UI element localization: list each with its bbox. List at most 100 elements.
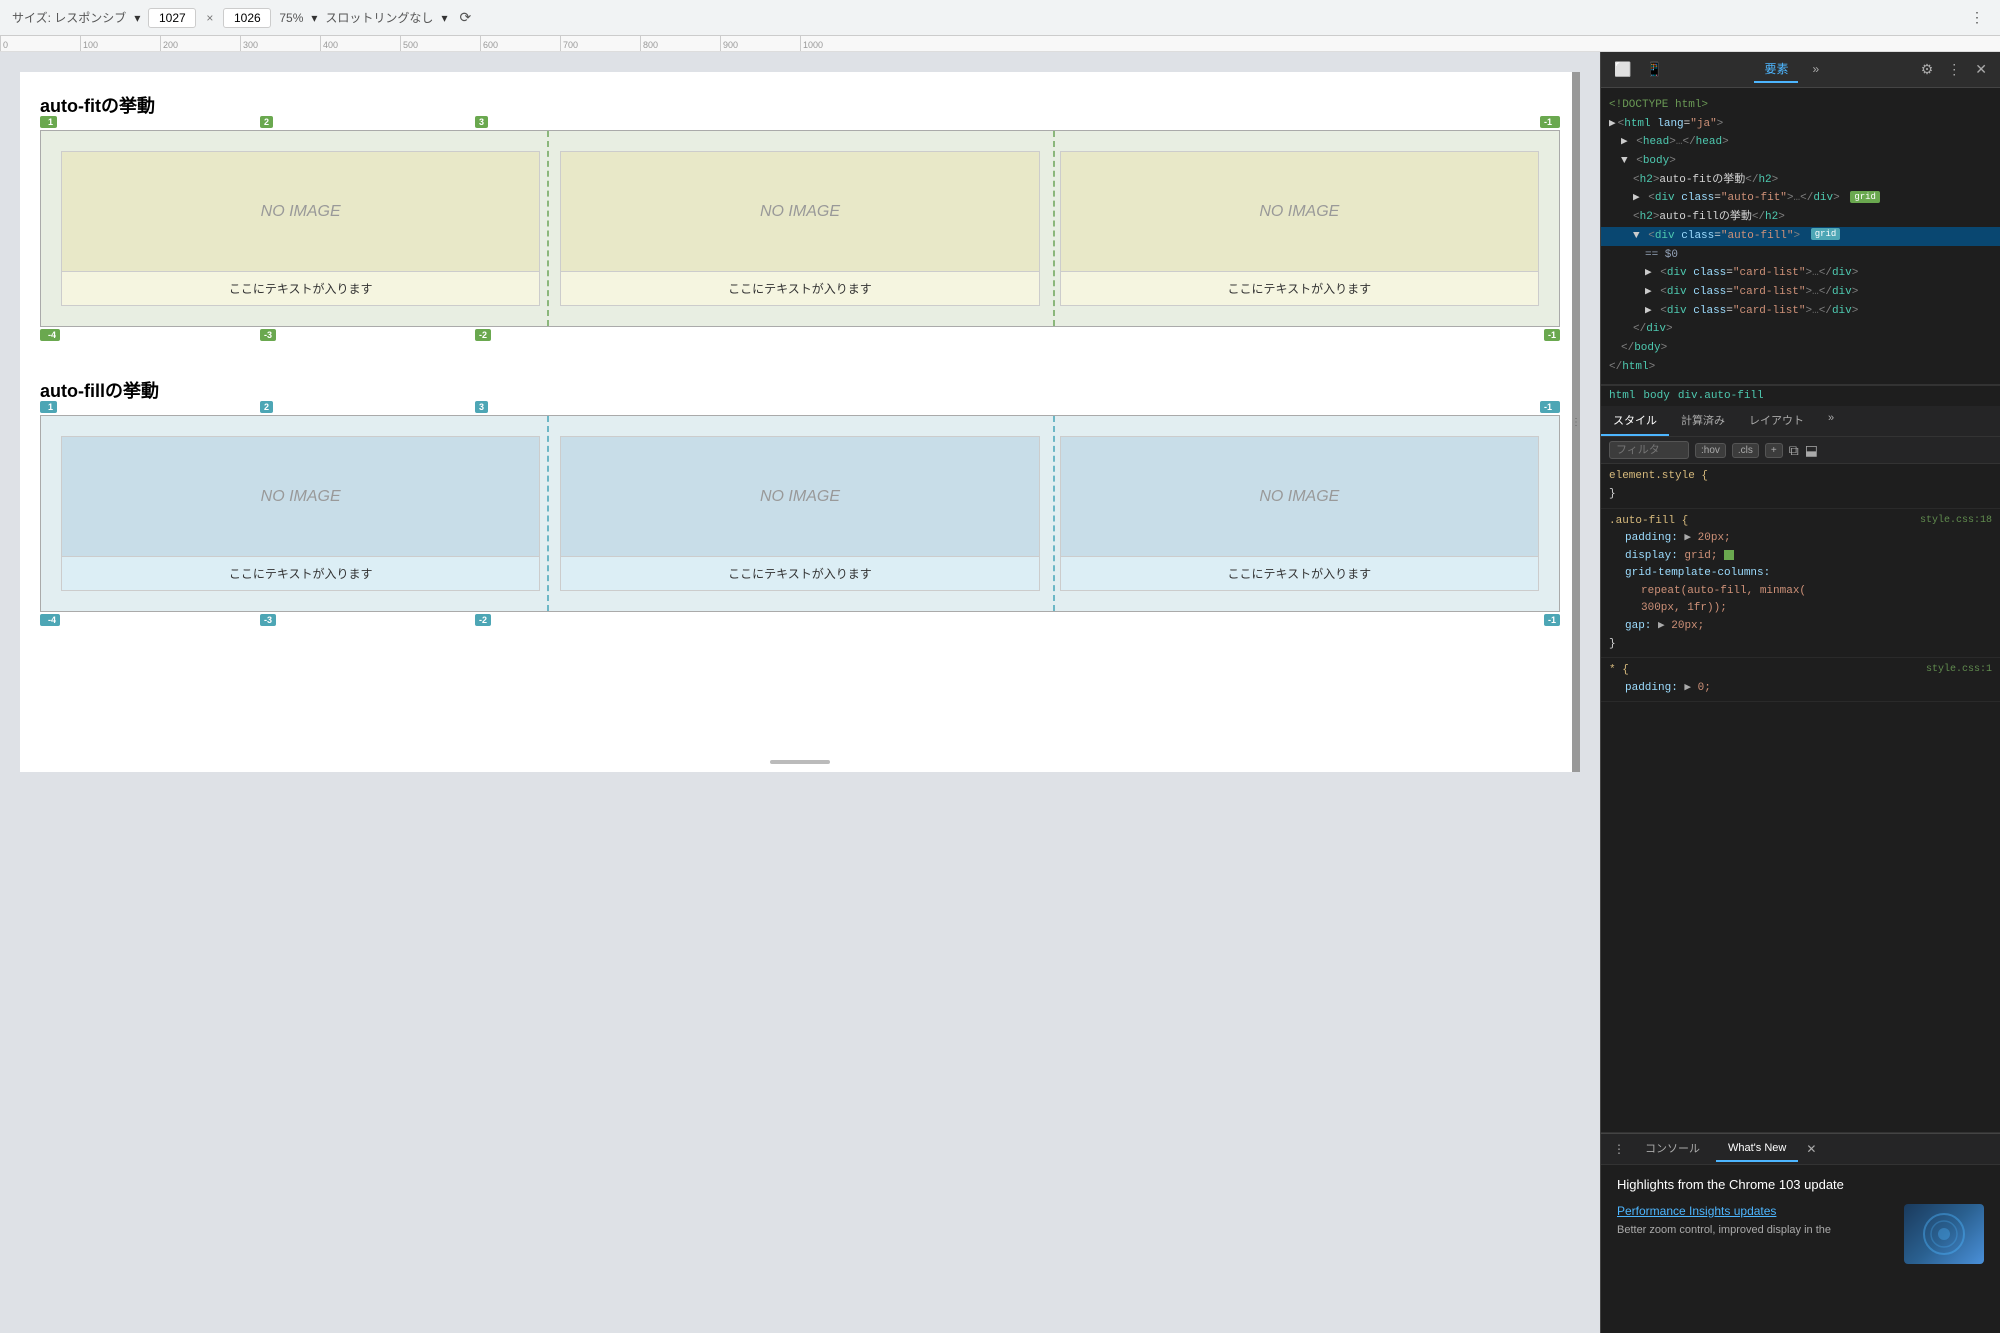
throttle-label: スロットリングなし [325, 9, 433, 26]
html-tag[interactable]: ▶<html lang="ja"> [1601, 115, 2000, 134]
autofill-label-m2-bottom: -2 [475, 614, 491, 626]
html-h2-autofit[interactable]: <h2>auto-fitの挙動</h2> [1601, 171, 2000, 190]
preview-area[interactable]: auto-fitの挙動 1 1 2 3 4 -1 [0, 52, 1600, 1333]
whats-new-title: Highlights from the Chrome 103 update [1617, 1177, 1984, 1192]
filter-plus-badge[interactable]: + [1765, 443, 1783, 458]
breadcrumb-div-autofill[interactable]: div.auto-fill [1678, 390, 1764, 402]
top-toolbar: サイズ: レスポンシブ ▾ × 75% ▾ スロットリングなし ▾ ⟳ ⋮ [0, 0, 2000, 36]
whats-new-feature-title[interactable]: Performance Insights updates [1617, 1204, 1892, 1218]
html-div-autofill[interactable]: ▼ <div class="auto-fill"> grid [1601, 227, 2000, 246]
autofill-card-1-text: ここにテキストが入ります [221, 557, 381, 590]
style-prop-padding: padding: ▶ 20px; [1625, 532, 1731, 544]
style-selector-autofill: .auto-fill { [1609, 515, 1688, 527]
main-layout: auto-fitの挙動 1 1 2 3 4 -1 [0, 52, 2000, 1333]
autofit-card-3-noimage: NO IMAGE [1259, 203, 1339, 221]
bottom-tab-menu-icon[interactable]: ⋮ [1609, 1138, 1629, 1160]
autofill-card-3-text: ここにテキストが入ります [1220, 557, 1380, 590]
autofit-section: auto-fitの挙動 1 1 2 3 4 -1 [40, 92, 1560, 327]
size-dropdown-arrow[interactable]: ▾ [134, 11, 140, 25]
breadcrumb-body[interactable]: body [1643, 390, 1669, 402]
html-card-list-2[interactable]: ▶ <div class="card-list">…</div> [1601, 283, 2000, 302]
style-source-autofill[interactable]: style.css:18 [1920, 513, 1992, 529]
html-div-autofit[interactable]: ▶ <div class="auto-fit">…</div> grid [1601, 189, 2000, 208]
scroll-handle[interactable] [770, 760, 830, 764]
autofit-label-2-top: 2 [260, 116, 273, 128]
style-prop-repeat: repeat(auto-fill, minmax( [1641, 585, 1806, 597]
autofit-card-3: NO IMAGE ここにテキストが入ります [1060, 151, 1539, 306]
style-prop-display: display: grid; [1625, 550, 1734, 562]
devtools-tab-elements[interactable]: 要素 [1754, 56, 1798, 83]
filter-hov-badge[interactable]: :hov [1695, 443, 1726, 458]
autofill-card-2-noimage: NO IMAGE [760, 488, 840, 506]
filter-icon-save[interactable]: ⬓ [1805, 442, 1818, 459]
height-input[interactable] [223, 8, 271, 28]
autofit-card-1-image: NO IMAGE [62, 152, 539, 272]
styles-tab-style[interactable]: スタイル [1601, 406, 1669, 436]
styles-tab-layout[interactable]: レイアウト [1737, 406, 1816, 436]
dimension-separator: × [206, 11, 213, 25]
html-head[interactable]: ▶ <head>…</head> [1601, 133, 2000, 152]
filter-icon-copy[interactable]: ⧉ [1789, 442, 1799, 459]
breadcrumb-html[interactable]: html [1609, 390, 1635, 402]
zoom-label: 75% [279, 11, 303, 25]
style-brace-close-autofill: } [1609, 638, 1616, 650]
styles-filter-input[interactable] [1609, 441, 1689, 459]
autofit-card-3-text: ここにテキストが入ります [1220, 272, 1380, 305]
ruler-mark-800: 800 [640, 36, 658, 51]
html-h2-autofill[interactable]: <h2>auto-fillの挙動</h2> [1601, 208, 2000, 227]
throttle-dropdown-arrow[interactable]: ▾ [441, 11, 447, 25]
autofit-card-1-noimage: NO IMAGE [261, 203, 341, 221]
style-source-star[interactable]: style.css:1 [1926, 662, 1992, 678]
devtools-topbar: ⬜ 📱 要素 » ⚙ ⋮ ✕ [1601, 52, 2000, 88]
rotate-icon[interactable]: ⟳ [455, 7, 475, 28]
bottom-tab-whatsnew-close[interactable]: ✕ [1806, 1142, 1816, 1156]
ruler-mark-1000: 1000 [800, 36, 823, 51]
autofill-card-3-image: NO IMAGE [1061, 437, 1538, 557]
html-tree: <!DOCTYPE html> ▶<html lang="ja"> ▶ <hea… [1601, 88, 2000, 385]
style-prop-padding-star: padding: ▶ 0; [1625, 682, 1711, 694]
html-body-open[interactable]: ▼ <body> [1601, 152, 2000, 171]
autofit-label-m1-top: -1 [1540, 116, 1556, 128]
devtools-panel: ⬜ 📱 要素 » ⚙ ⋮ ✕ <!DOCTYPE html> ▶<html la… [1600, 52, 2000, 1333]
devtools-more-icon[interactable]: ⋮ [1942, 58, 1966, 81]
autofill-label-m3-bottom: -3 [260, 614, 276, 626]
style-rule-element: element.style { } [1601, 464, 2000, 508]
ruler-mark-900: 900 [720, 36, 738, 51]
autofill-card-2-image: NO IMAGE [561, 437, 1038, 557]
device-toggle-icon[interactable]: 📱 [1640, 58, 1667, 81]
styles-tab-more[interactable]: » [1816, 406, 1846, 436]
filter-cls-badge[interactable]: .cls [1732, 443, 1759, 458]
devtools-tab-more[interactable]: » [1802, 58, 1829, 82]
devtools-settings-icon[interactable]: ⚙ [1916, 58, 1939, 81]
autofill-label-m4-bottom: -4 [44, 614, 60, 626]
zoom-dropdown-arrow[interactable]: ▾ [311, 11, 317, 25]
autofit-card-2-image: NO IMAGE [561, 152, 1038, 272]
preview-content: auto-fitの挙動 1 1 2 3 4 -1 [20, 72, 1580, 772]
autofit-grid: NO IMAGE ここにテキストが入ります NO IMAGE ここにテキストが入… [40, 130, 1560, 327]
autofill-label-3-top: 3 [475, 401, 488, 413]
inspect-element-icon[interactable]: ⬜ [1609, 58, 1636, 81]
size-label: サイズ: レスポンシブ [12, 9, 126, 26]
html-card-list-1[interactable]: ▶ <div class="card-list">…</div> [1601, 264, 2000, 283]
width-input[interactable] [148, 8, 196, 28]
devtools-close-icon[interactable]: ✕ [1970, 58, 1992, 81]
bottom-tab-whatsnew[interactable]: What's New [1716, 1136, 1798, 1162]
html-equals-0: == $0 [1601, 246, 2000, 265]
styles-tab-computed[interactable]: 計算済み [1669, 406, 1737, 436]
autofit-label-1b-top: 1 [44, 116, 57, 128]
html-card-list-3[interactable]: ▶ <div class="card-list">…</div> [1601, 302, 2000, 321]
ruler-mark-400: 400 [320, 36, 338, 51]
ruler-mark-100: 100 [80, 36, 98, 51]
more-options-icon[interactable]: ⋮ [1966, 7, 1988, 28]
autofit-col-line-1 [547, 131, 549, 326]
html-div-close: </div> [1601, 320, 2000, 339]
bottom-tab-console[interactable]: コンソール [1633, 1134, 1712, 1164]
breadcrumb-bar: html body div.auto-fill [1601, 385, 2000, 406]
ruler-mark-300: 300 [240, 36, 258, 51]
html-html-close: </html> [1601, 358, 2000, 377]
html-body-close: </body> [1601, 339, 2000, 358]
autofit-card-3-image: NO IMAGE [1061, 152, 1538, 272]
autofill-label-1b-top: 1 [44, 401, 57, 413]
preview-drag-handle[interactable]: ⋮ [1572, 72, 1580, 772]
autofit-card-2-text: ここにテキストが入ります [720, 272, 880, 305]
